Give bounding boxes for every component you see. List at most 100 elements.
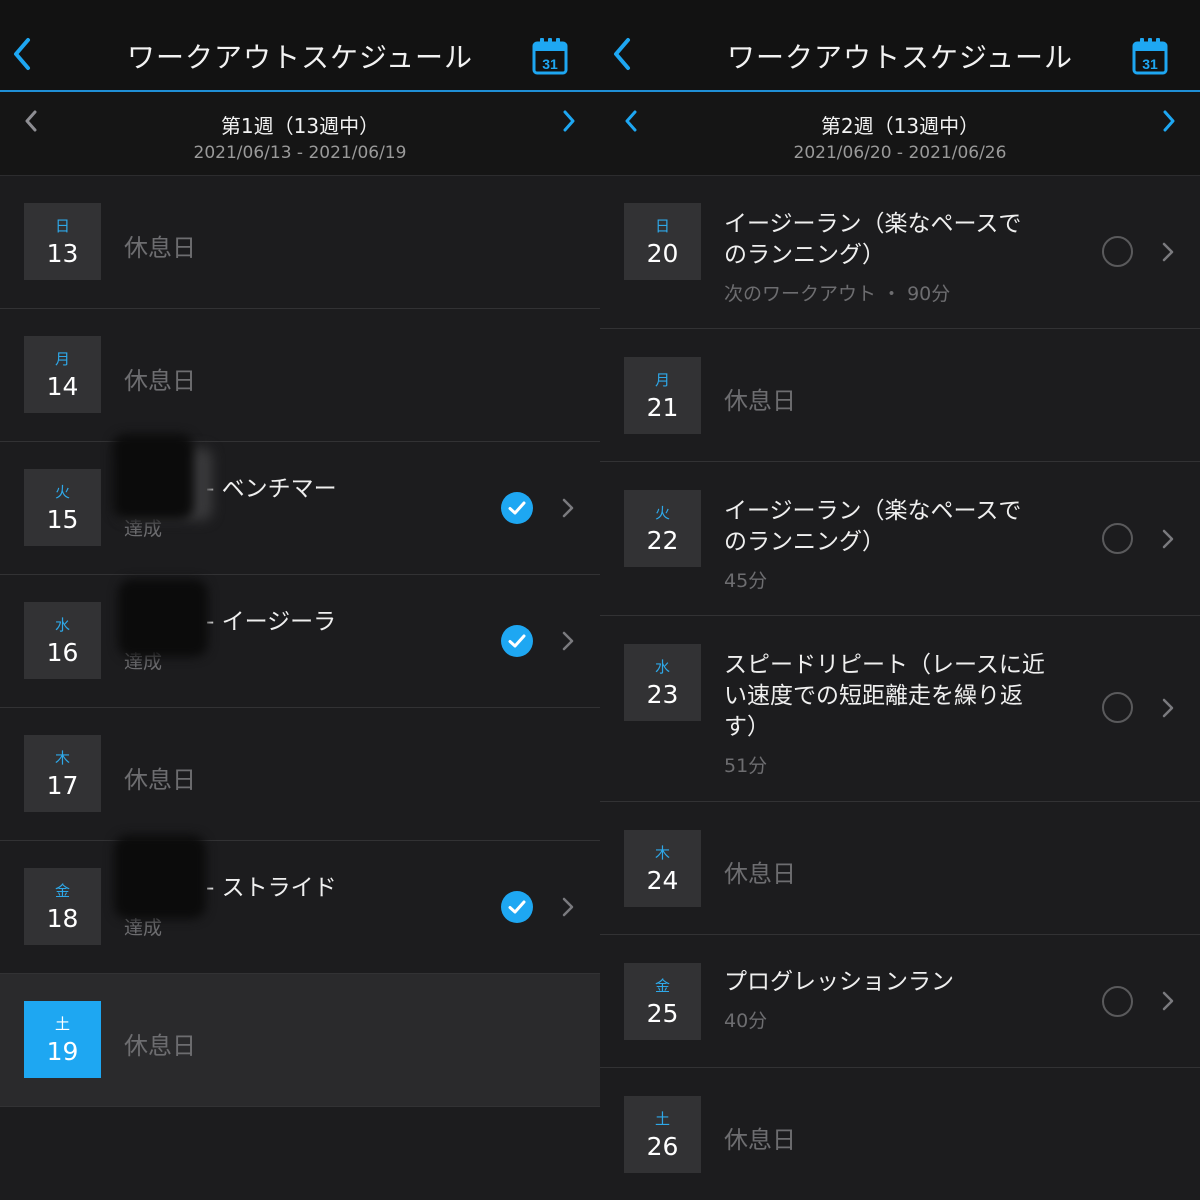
next-workout-duration: 次のワークアウト ・ 90分 xyxy=(724,283,951,305)
weekday-label: 水 xyxy=(54,616,70,634)
top-bar: ワークアウトスケジュール 31 xyxy=(600,0,1200,92)
redaction-mark xyxy=(114,835,206,919)
page-title: ワークアウトスケジュール xyxy=(726,41,1074,74)
completed-check-icon xyxy=(501,492,533,524)
calendar-icon-label: 31 xyxy=(542,56,558,72)
chevron-right-icon[interactable] xyxy=(1160,989,1176,1013)
rest-day-label: 休息日 xyxy=(724,860,796,888)
date-tile: 水 23 xyxy=(624,644,701,721)
date-tile: 月 21 xyxy=(624,357,701,434)
day-row[interactable]: 木 24 休息日 xyxy=(600,802,1200,935)
incomplete-circle-icon xyxy=(1102,523,1133,554)
weekday-label: 金 xyxy=(54,882,70,900)
chevron-right-icon[interactable] xyxy=(1160,240,1176,264)
day-row[interactable]: 火 15 達成 - ベンチマー xyxy=(0,434,600,575)
rest-day-label: 休息日 xyxy=(124,766,196,794)
next-week-icon[interactable] xyxy=(1160,108,1178,134)
day-number: 22 xyxy=(646,526,679,555)
incomplete-circle-icon xyxy=(1102,692,1133,723)
day-row[interactable]: 月 21 休息日 xyxy=(600,329,1200,462)
chevron-right-icon[interactable] xyxy=(560,629,576,653)
workout-duration: 51分 xyxy=(724,755,768,777)
week-title: 第1週（13週中） xyxy=(220,114,380,138)
day-number: 21 xyxy=(646,393,679,422)
day-row[interactable]: 日 20 イージーラン（楽なペースで のランニング） 次のワークアウト ・ 90… xyxy=(600,176,1200,329)
screens: ワークアウトスケジュール 31 第1週（13週中） 2021/06/13 - 2… xyxy=(0,0,1200,1200)
chevron-right-icon[interactable] xyxy=(1160,696,1176,720)
calendar-icon[interactable]: 31 xyxy=(1132,37,1168,75)
workout-name-line: す） xyxy=(724,714,770,740)
back-arrow-icon[interactable] xyxy=(8,34,36,74)
back-arrow-icon[interactable] xyxy=(608,34,636,74)
day-number: 17 xyxy=(46,771,79,800)
day-row[interactable]: 金 18 達成 - ストライド xyxy=(0,835,600,974)
rest-day-label: 休息日 xyxy=(724,387,796,415)
day-row[interactable]: 土 26 休息日 xyxy=(600,1068,1200,1200)
weekday-label: 土 xyxy=(54,1015,70,1033)
chevron-right-icon[interactable] xyxy=(560,895,576,919)
weekday-label: 水 xyxy=(654,658,670,676)
day-number: 26 xyxy=(646,1132,679,1161)
page-title: ワークアウトスケジュール xyxy=(126,41,474,74)
date-tile: 火 15 xyxy=(24,469,101,546)
date-tile-today: 土 19 xyxy=(24,1001,101,1078)
next-week-icon[interactable] xyxy=(560,108,578,134)
calendar-icon[interactable]: 31 xyxy=(532,37,568,75)
day-row[interactable]: 火 22 イージーラン（楽なペースで のランニング） 45分 xyxy=(600,462,1200,616)
day-row[interactable]: 水 23 スピードリピート（レースに近 い速度での短距離走を繰り返 す） 51分 xyxy=(600,616,1200,802)
day-number: 24 xyxy=(646,866,679,895)
chevron-right-icon[interactable] xyxy=(560,496,576,520)
workout-name: イージーラン（楽なペースで のランニング） xyxy=(724,209,1084,271)
day-row[interactable]: 月 14 休息日 xyxy=(0,309,600,442)
completed-check-icon xyxy=(501,891,533,923)
week-1-screen: ワークアウトスケジュール 31 第1週（13週中） 2021/06/13 - 2… xyxy=(0,0,600,1200)
week-2-screen: ワークアウトスケジュール 31 第2週（13週中） 2021/06/20 - 2… xyxy=(600,0,1200,1200)
day-number: 19 xyxy=(46,1037,79,1066)
incomplete-circle-icon xyxy=(1102,236,1133,267)
date-tile: 木 24 xyxy=(624,830,701,907)
workout-name-line: スピードリピート（レースに近 xyxy=(724,652,1045,678)
week-range: 2021/06/13 - 2021/06/19 xyxy=(193,143,407,163)
date-tile: 水 16 xyxy=(24,602,101,679)
weekday-label: 月 xyxy=(654,371,670,389)
day-row[interactable]: 木 17 休息日 xyxy=(0,708,600,841)
workout-name-line: のランニング） xyxy=(724,242,885,268)
day-number: 23 xyxy=(646,680,679,709)
day-number: 13 xyxy=(46,239,79,268)
workout-name: プログレッションラン xyxy=(724,969,954,995)
weekday-label: 月 xyxy=(54,350,70,368)
weekday-label: 日 xyxy=(54,217,70,235)
date-tile: 火 22 xyxy=(624,490,701,567)
day-row[interactable]: 水 16 達成 - イージーラ xyxy=(0,575,600,708)
weekday-label: 火 xyxy=(54,483,70,501)
date-tile: 土 26 xyxy=(624,1096,701,1173)
day-number: 20 xyxy=(646,239,679,268)
workout-name-line: のランニング） xyxy=(724,529,885,555)
day-row[interactable]: 金 25 プログレッションラン 40分 xyxy=(600,935,1200,1068)
workout-duration: 40分 xyxy=(724,1010,768,1032)
day-row-today[interactable]: 土 19 休息日 xyxy=(0,974,600,1107)
day-number: 25 xyxy=(646,999,679,1028)
calendar-icon-label: 31 xyxy=(1142,56,1158,72)
date-tile: 日 20 xyxy=(624,203,701,280)
completed-check-icon xyxy=(501,625,533,657)
day-number: 18 xyxy=(46,904,79,933)
weekday-label: 火 xyxy=(654,504,670,522)
day-number: 14 xyxy=(46,372,79,401)
date-tile: 金 25 xyxy=(624,963,701,1040)
weekday-label: 木 xyxy=(54,749,70,767)
rest-day-label: 休息日 xyxy=(124,234,196,262)
weekday-label: 土 xyxy=(654,1110,670,1128)
date-tile: 日 13 xyxy=(24,203,101,280)
redaction-mark xyxy=(112,434,194,520)
workout-name-line: イージーラン（楽なペースで xyxy=(724,498,1022,524)
weekday-label: 日 xyxy=(654,217,670,235)
week-title: 第2週（13週中） xyxy=(820,114,980,138)
chevron-right-icon[interactable] xyxy=(1160,527,1176,551)
weekday-label: 金 xyxy=(654,977,670,995)
date-tile: 月 14 xyxy=(24,336,101,413)
day-row[interactable]: 日 13 休息日 xyxy=(0,176,600,309)
incomplete-circle-icon xyxy=(1102,986,1133,1017)
top-bar: ワークアウトスケジュール 31 xyxy=(0,0,600,92)
workout-name-line: イージーラン（楽なペースで xyxy=(724,211,1022,237)
